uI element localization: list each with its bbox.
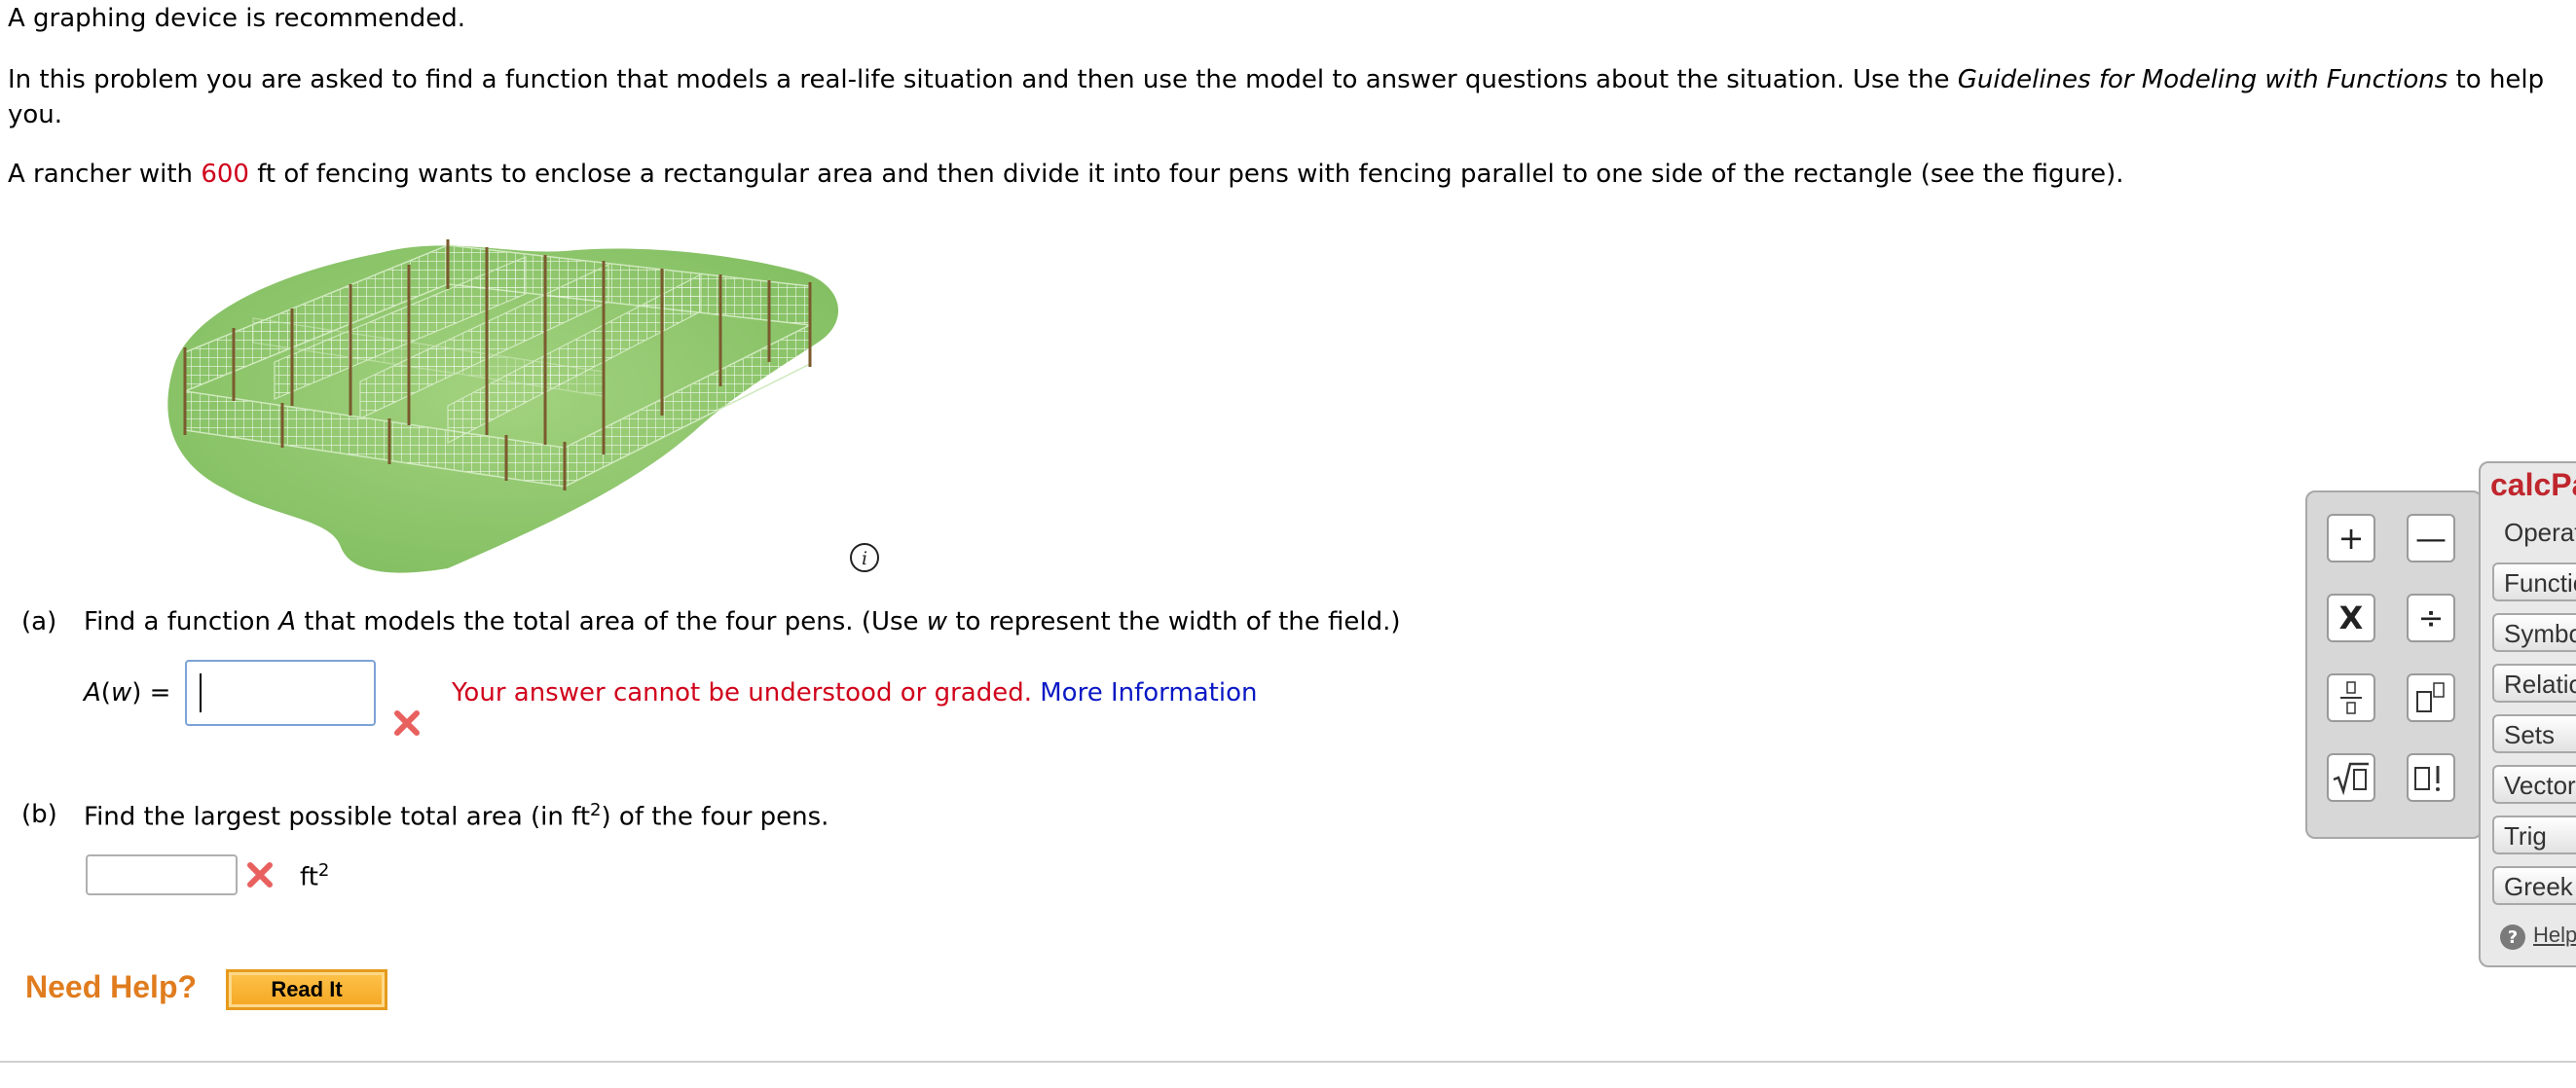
tab-functions[interactable]: Functions — [2492, 562, 2576, 601]
svg-text:i: i — [862, 548, 867, 569]
unit-sup: 2 — [317, 860, 330, 881]
need-help-label: Need Help? — [25, 969, 198, 1004]
intro-start: In this problem you are asked to find a … — [8, 65, 1958, 94]
tab-vectors[interactable]: Vectors — [2492, 765, 2576, 804]
var-a: A — [278, 607, 297, 636]
minus-button[interactable]: — — [2407, 514, 2455, 562]
sqrt-button[interactable] — [2327, 753, 2375, 802]
part-b-label: (b) — [21, 800, 57, 829]
power-button[interactable] — [2407, 673, 2455, 722]
fence-pens-figure — [167, 239, 839, 573]
fencing-amount: 600 — [201, 160, 249, 189]
factorial-icon — [2414, 766, 2440, 791]
fn-end: ) = — [131, 678, 171, 707]
divider — [0, 1061, 2576, 1063]
power-icon — [2416, 682, 2445, 712]
recommend-text: A graphing device is recommended. — [8, 4, 466, 33]
max-area-input[interactable] — [86, 854, 238, 895]
rancher-after: ft of fencing wants to enclose a rectang… — [248, 160, 2124, 189]
part-a-question: Find a function A that models the total … — [84, 607, 1401, 636]
help-link[interactable]: Help — [2533, 923, 2576, 948]
fraction-button[interactable] — [2327, 673, 2375, 722]
info-icon[interactable]: i — [849, 542, 880, 573]
fraction-icon — [2340, 681, 2362, 714]
factorial-button[interactable] — [2407, 753, 2455, 802]
part-a-text-3: to represent the width of the field.) — [947, 607, 1401, 636]
help-icon[interactable]: ? — [2500, 925, 2525, 950]
unit-ft: ft — [300, 862, 318, 892]
tab-relations[interactable]: Relations — [2492, 664, 2576, 703]
calcpad-title: calcPad — [2490, 467, 2576, 502]
sqrt-icon — [2333, 762, 2369, 795]
divide-button[interactable]: ÷ — [2407, 594, 2455, 642]
incorrect-x-icon — [394, 710, 420, 736]
tab-symbols[interactable]: Symbols — [2492, 613, 2576, 652]
part-a-label: (a) — [21, 607, 57, 636]
tab-trig[interactable]: Trig — [2492, 816, 2576, 854]
part-b-text-2: ) of the four pens. — [601, 802, 829, 832]
part-b-sup: 2 — [590, 800, 602, 820]
more-information-link[interactable]: More Information — [1040, 678, 1257, 707]
intro-paragraph: In this problem you are asked to find a … — [8, 62, 2568, 132]
incorrect-x-icon — [247, 862, 273, 888]
part-a-text-1: Find a function — [84, 607, 279, 636]
area-function-input[interactable] — [185, 660, 376, 726]
area-unit: ft2 — [300, 860, 329, 892]
rancher-problem-text: A rancher with 600 ft of fencing wants t… — [8, 160, 2124, 189]
part-a-text-2: that models the total area of the four p… — [296, 607, 927, 636]
tab-operations[interactable]: Operations — [2492, 512, 2576, 551]
part-b-text-1: Find the largest possible total area (in… — [84, 802, 591, 832]
math-palette: + — X ÷ — [2305, 490, 2483, 839]
guidelines-title: Guidelines for Modeling with Functions — [1957, 65, 2448, 94]
rancher-before: A rancher with — [8, 160, 202, 189]
text-caret — [200, 673, 202, 712]
fn-w: w — [110, 678, 132, 707]
function-label: A(w) = — [84, 678, 170, 707]
fn-a: A — [84, 678, 101, 707]
var-w: w — [926, 607, 948, 636]
tab-sets[interactable]: Sets — [2492, 714, 2576, 753]
times-button[interactable]: X — [2327, 594, 2375, 642]
part-b-question: Find the largest possible total area (in… — [84, 800, 828, 832]
error-message: Your answer cannot be understood or grad… — [452, 678, 1032, 707]
plus-button[interactable]: + — [2327, 514, 2375, 562]
fn-paren: ( — [100, 678, 111, 707]
grading-message: Your answer cannot be understood or grad… — [452, 678, 1257, 707]
tab-greek[interactable]: Greek — [2492, 866, 2576, 905]
read-it-button[interactable]: Read It — [226, 969, 387, 1010]
